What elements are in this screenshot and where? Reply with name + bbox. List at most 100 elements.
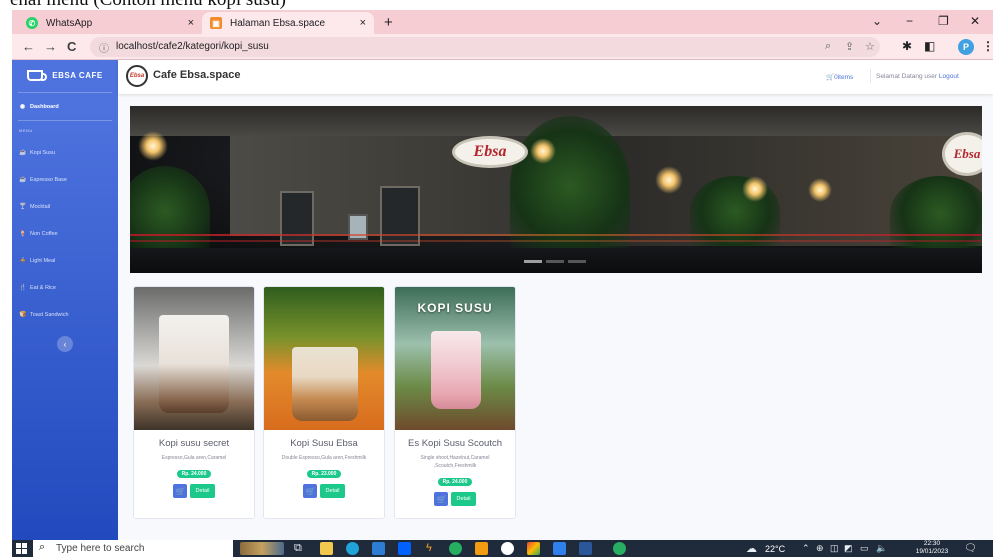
sidebar-item-kopi-susu[interactable]: ☕ Kopi Susu	[19, 149, 56, 157]
volume-icon[interactable]: 🔈	[876, 543, 887, 554]
detail-button[interactable]: Detail	[451, 492, 476, 506]
news-widget-icon[interactable]	[240, 542, 284, 555]
dropbox-icon[interactable]	[398, 542, 411, 555]
tab-whatsapp[interactable]: ✆ WhatsApp ×	[18, 12, 202, 34]
product-actions: 🛒 Detail	[264, 484, 384, 498]
sidebar-item-mocktail[interactable]: 🍸 Mocktail	[19, 203, 51, 211]
app-icon[interactable]	[501, 542, 514, 555]
banner-door	[380, 186, 420, 246]
sidebar-item-label: Kopi Susu	[30, 149, 56, 156]
add-to-cart-button[interactable]: 🛒	[303, 484, 318, 498]
detail-button[interactable]: Detail	[320, 484, 345, 498]
zoom-search-icon[interactable]: ⌕	[825, 40, 831, 53]
edge-browser-icon[interactable]	[346, 542, 359, 555]
app-icon[interactable]	[613, 542, 626, 555]
banner-lamp	[655, 166, 683, 194]
sidebar-item-non-coffee[interactable]: 🍹 Non Coffee	[19, 230, 58, 238]
tab-search-icon[interactable]: ⌄	[872, 14, 882, 28]
drink-glass	[292, 347, 358, 421]
clock-time: 22:30	[923, 540, 941, 547]
weather-temperature[interactable]: 22°C	[765, 544, 785, 554]
bookmark-star-icon[interactable]: ☆	[865, 40, 875, 53]
url-text[interactable]: localhost/cafe2/kategori/kopi_susu	[116, 41, 269, 52]
address-bar[interactable]: ⓘ localhost/cafe2/kategori/kopi_susu ⌕ ⇪…	[90, 37, 880, 57]
product-title: Kopi susu secret	[158, 438, 230, 449]
forward-button[interactable]: →	[44, 39, 57, 54]
new-tab-button[interactable]: +	[384, 14, 393, 31]
taskbar-search-box[interactable]: ⌕ Type here to search	[33, 540, 233, 557]
taskbar-clock[interactable]: 22:30 19/01/2023	[914, 540, 950, 556]
coffee-cup-icon	[27, 69, 48, 81]
product-card-body: Es Kopi Susu Scoutch Single shoot,Hazeln…	[395, 430, 515, 506]
weather-icon[interactable]: ☁	[746, 542, 757, 555]
task-view-icon[interactable]: ⧉	[294, 542, 302, 555]
sidebar-toggle-button[interactable]: ‹	[57, 336, 73, 352]
drink-glass	[431, 331, 481, 409]
sidebar-item-label: Mocktail	[30, 203, 51, 210]
windows-start-icon[interactable]	[16, 543, 27, 554]
browser-menu-icon[interactable]: ⋮	[982, 39, 993, 53]
mail-icon[interactable]	[372, 542, 385, 555]
sidebar-item-dashboard[interactable]: ◉ Dashboard	[19, 103, 59, 111]
screenshot-root: enai menu (Contoh menu kopi susu) ✆ What…	[0, 0, 993, 557]
drink-icon: 🍹	[19, 231, 27, 237]
topbar: Ebsa Cafe Ebsa.space 🛒0items Selamat Dat…	[118, 60, 993, 94]
detail-button[interactable]: Detail	[190, 484, 215, 498]
carousel-indicator[interactable]	[546, 260, 564, 263]
sidebar-item-eat-rice[interactable]: 🍴 Eat & Rice	[19, 284, 56, 292]
sidebar-item-toast-sandwich[interactable]: 🍞 Toast Sandwich	[19, 311, 69, 319]
chrome-icon[interactable]	[527, 542, 540, 555]
carousel-indicator[interactable]	[524, 260, 542, 263]
site-info-icon[interactable]: ⓘ	[99, 40, 109, 55]
profile-avatar[interactable]: P	[958, 39, 974, 55]
close-tab-button[interactable]: ×	[188, 17, 194, 29]
app-icon[interactable]: ϟ	[426, 542, 432, 554]
cocktail-icon: 🍸	[19, 204, 27, 210]
tab-ebsa[interactable]: ▣ Halaman Ebsa.space ×	[202, 12, 374, 34]
word-icon[interactable]	[579, 542, 592, 555]
cart-link[interactable]: 🛒0items	[826, 73, 853, 81]
vscode-icon[interactable]	[553, 542, 566, 555]
extensions-icon[interactable]: ✱	[902, 39, 912, 53]
reload-button[interactable]: C	[67, 39, 76, 54]
app-icon[interactable]	[449, 542, 462, 555]
price-badge: Rp. 23.000	[306, 470, 342, 478]
cafe-logo[interactable]: Ebsa	[126, 65, 148, 87]
hero-banner-image: Ebsa Ebsa	[130, 106, 982, 273]
sidebar-item-light-meal[interactable]: 🍲 Light Meal	[19, 257, 55, 265]
product-photo	[134, 287, 254, 430]
sidebar-brand[interactable]: EBSA CAFE	[12, 60, 118, 90]
sidebar-item-espresso-base[interactable]: ☕ Espresso Base	[19, 176, 67, 184]
banner-door	[280, 191, 314, 246]
share-icon[interactable]: ⇪	[845, 40, 854, 53]
close-window-button[interactable]: ✕	[970, 14, 980, 28]
sidebar-item-label: Toast Sandwich	[30, 311, 69, 318]
banner-lamp	[530, 138, 556, 164]
tray-chevron-icon[interactable]: ⌃	[802, 543, 810, 554]
close-tab-button[interactable]: ×	[360, 17, 366, 29]
app-icon[interactable]	[475, 542, 488, 555]
logout-link[interactable]: Logout	[939, 73, 959, 80]
sidebar: EBSA CAFE ◉ Dashboard MENU ☕ Kopi Susu ☕…	[12, 60, 118, 540]
product-actions: 🛒 Detail	[134, 484, 254, 498]
product-photo	[264, 287, 384, 430]
file-explorer-icon[interactable]	[320, 542, 333, 555]
sidebar-item-label: Eat & Rice	[30, 284, 56, 291]
cart-icon: 🛒	[826, 74, 835, 81]
minimize-button[interactable]: −	[906, 14, 913, 28]
add-to-cart-button[interactable]: 🛒	[173, 484, 188, 498]
maximize-button[interactable]: ❐	[938, 14, 949, 28]
sidebar-item-label: Dashboard	[30, 103, 59, 110]
add-to-cart-button[interactable]: 🛒	[434, 492, 449, 506]
tray-app-icon[interactable]: ◩	[844, 543, 853, 554]
side-panel-icon[interactable]: ◧	[924, 39, 935, 53]
tray-app-icon[interactable]: ◫	[830, 543, 839, 554]
back-button[interactable]: ←	[22, 39, 35, 54]
notification-icon[interactable]: 🗨	[964, 543, 977, 554]
coffee-icon: ☕	[19, 177, 27, 183]
tab-label: Halaman Ebsa.space	[230, 17, 326, 29]
clock-date: 19/01/2023	[915, 548, 949, 555]
battery-icon[interactable]: ▭	[860, 543, 869, 554]
carousel-indicator[interactable]	[568, 260, 586, 263]
language-icon[interactable]: ⊕	[816, 543, 824, 554]
